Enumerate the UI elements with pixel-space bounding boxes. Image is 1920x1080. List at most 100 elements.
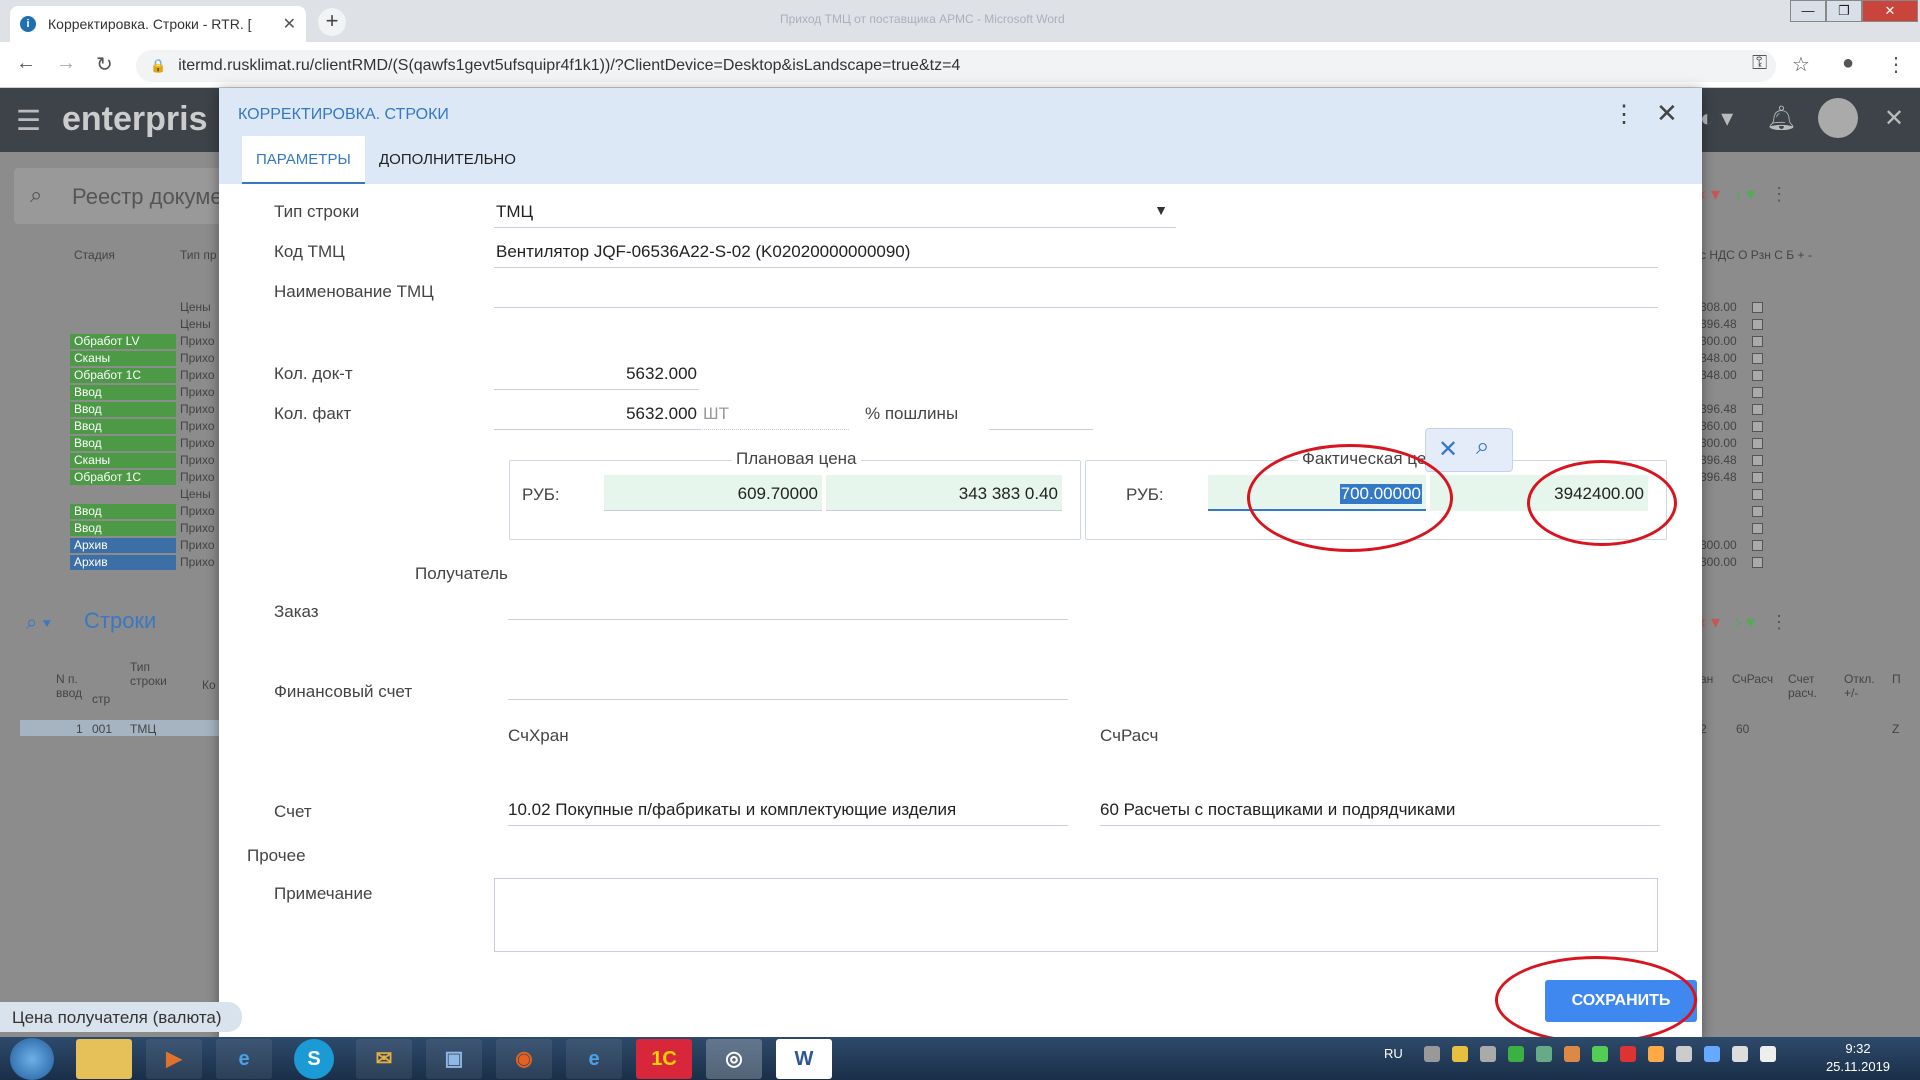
back-arrow-icon[interactable]: ← (16, 52, 36, 75)
row-type-text: Цены (180, 487, 211, 501)
note-textarea[interactable] (494, 878, 1658, 952)
minimize-window-button[interactable]: — (1790, 0, 1826, 22)
firefox-icon[interactable]: ◉ (496, 1039, 552, 1079)
tray-icon-4[interactable] (1508, 1046, 1524, 1062)
tray-icon-9[interactable] (1648, 1046, 1664, 1062)
restore-window-button[interactable]: ❐ (1826, 0, 1862, 22)
tray-icon-5[interactable] (1536, 1046, 1552, 1062)
row-checkbox[interactable] (1752, 404, 1763, 415)
qty-fact-field[interactable]: 5632.000 (494, 396, 699, 430)
row-checkbox[interactable] (1752, 506, 1763, 517)
word-icon[interactable]: W (776, 1039, 832, 1079)
chrome-icon[interactable]: ◎ (706, 1039, 762, 1079)
fin-account-field[interactable] (508, 668, 1068, 700)
volume-icon[interactable] (1760, 1046, 1776, 1062)
row-checkbox[interactable] (1752, 336, 1763, 347)
media-player-icon[interactable]: ▶ (146, 1039, 202, 1079)
forward-arrow-icon[interactable]: → (56, 52, 76, 75)
clock[interactable]: 9:32 25.11.2019 (1818, 1040, 1898, 1076)
type-select[interactable]: ТМЦ ▼ (494, 196, 1176, 228)
app-close-icon[interactable]: ✕ (1884, 104, 1904, 133)
network-app-icon[interactable]: ▣ (426, 1039, 482, 1079)
row-checkbox[interactable] (1752, 421, 1763, 432)
tray-icon-10[interactable] (1676, 1046, 1692, 1062)
row-checkbox[interactable] (1752, 387, 1763, 398)
language-indicator[interactable]: RU (1384, 1046, 1403, 1061)
qty-doc-field[interactable]: 5632.000 (494, 356, 699, 390)
search-icon: ⌕ (30, 182, 43, 207)
sch-rasch-field[interactable]: 60 Расчеты с поставщиками и подрядчиками (1100, 792, 1660, 826)
tab-parameters[interactable]: ПАРАМЕТРЫ (242, 136, 365, 184)
row-checkbox[interactable] (1752, 455, 1763, 466)
new-tab-button[interactable]: + (318, 8, 346, 36)
skype-icon[interactable]: S (294, 1039, 334, 1079)
row-checkbox[interactable] (1752, 472, 1763, 483)
row-checkbox[interactable] (1752, 438, 1763, 449)
hamburger-menu-icon[interactable]: ☰ (16, 104, 41, 137)
site-favicon-icon: i (20, 16, 36, 32)
browser-tab[interactable]: i Корректировка. Строки - RTR. [ ✕ (10, 6, 306, 42)
order-field[interactable] (508, 588, 1068, 620)
annotation-circle-save (1495, 956, 1697, 1044)
close-icon[interactable]: ✕ (1656, 98, 1678, 129)
row-checkbox[interactable] (1752, 370, 1763, 381)
stage-badge: Архив (70, 555, 176, 570)
tray-icon-1[interactable] (1424, 1046, 1440, 1062)
close-tab-icon[interactable]: ✕ (283, 14, 296, 34)
type-column-header: Тип пр (180, 248, 217, 262)
row-checkbox[interactable] (1752, 319, 1763, 330)
stage-badge: Ввод (70, 521, 176, 536)
start-button-icon[interactable] (10, 1038, 54, 1080)
tray-icon-2[interactable] (1452, 1046, 1468, 1062)
tray-icon-6[interactable] (1564, 1046, 1580, 1062)
mail-icon[interactable]: ✉ (356, 1039, 412, 1079)
clear-icon[interactable]: ✕ (1438, 435, 1458, 464)
unit-text: ШТ (703, 404, 729, 423)
ie2-icon[interactable]: e (566, 1039, 622, 1079)
sch-hran-field[interactable]: 10.02 Покупные п/фабрикаты и комплектующ… (508, 792, 1068, 826)
tray-icon-3[interactable] (1480, 1046, 1496, 1062)
code-field[interactable]: Вентилятор JQF-06536A22-S-02 (K020200000… (494, 236, 1658, 268)
user-avatar-icon[interactable] (1818, 98, 1858, 138)
key-icon[interactable]: ⚿ (1752, 52, 1767, 75)
tray-icon-8[interactable] (1620, 1046, 1636, 1062)
row-type-text: Прихо (180, 351, 215, 365)
more-vert-icon[interactable]: ⋮ (1612, 100, 1636, 129)
row-checkbox[interactable] (1752, 557, 1763, 568)
account-icon[interactable]: ● (1842, 52, 1854, 75)
settings-icon[interactable]: ◐ ▾ (1700, 104, 1733, 133)
tray-icon-7[interactable] (1592, 1046, 1608, 1062)
explorer-icon[interactable] (76, 1039, 132, 1079)
plan-total-field[interactable]: 343 383 0.40 (826, 475, 1062, 511)
tray-flag-icon[interactable] (1732, 1046, 1748, 1062)
nav-arrows-icon[interactable]: ‹ ▾ › ▾ ⋮ (1700, 184, 1788, 205)
row-amount-text: 396.48 (1700, 453, 1737, 467)
browser-menu-icon[interactable]: ⋮ (1886, 52, 1906, 77)
stage-badge: Ввод (70, 504, 176, 519)
search-icon[interactable]: ⌕ (1476, 433, 1489, 461)
right-row-2: 2 60 Z (1700, 722, 1900, 736)
duty-field[interactable] (989, 396, 1093, 430)
strings-search-icon[interactable]: ⌕ ▾ (26, 612, 51, 635)
name-field[interactable] (494, 276, 1658, 308)
plan-price-field[interactable]: 609.70000 (604, 475, 822, 511)
strings-nav-icon[interactable]: ‹ ▾ › ▾ ⋮ (1700, 612, 1788, 633)
reload-icon[interactable]: ↻ (96, 52, 113, 77)
row-checkbox[interactable] (1752, 302, 1763, 313)
row-checkbox[interactable] (1752, 540, 1763, 551)
row-checkbox[interactable] (1752, 489, 1763, 500)
1c-icon[interactable]: 1С (636, 1039, 692, 1079)
row-checkbox[interactable] (1752, 353, 1763, 364)
url-field[interactable]: 🔒 itermd.rusklimat.ru/clientRMD/(S(qawfs… (136, 50, 1776, 82)
tab-additional[interactable]: ДОПОЛНИТЕЛЬНО (365, 136, 530, 184)
table-row[interactable] (20, 720, 220, 736)
close-window-button[interactable]: ✕ (1862, 0, 1918, 22)
right-columns-header: с НДС О Рзн С Б + - (1700, 248, 1812, 262)
row-checkbox[interactable] (1752, 523, 1763, 534)
ie-icon[interactable]: e (216, 1039, 272, 1079)
name-label: Наименование ТМЦ (274, 282, 434, 301)
bell-icon[interactable]: 🔔︎ (1766, 104, 1796, 133)
unit-field[interactable]: ШТ (699, 396, 849, 430)
tray-icon-11[interactable] (1704, 1046, 1720, 1062)
star-icon[interactable]: ☆ (1792, 52, 1810, 77)
